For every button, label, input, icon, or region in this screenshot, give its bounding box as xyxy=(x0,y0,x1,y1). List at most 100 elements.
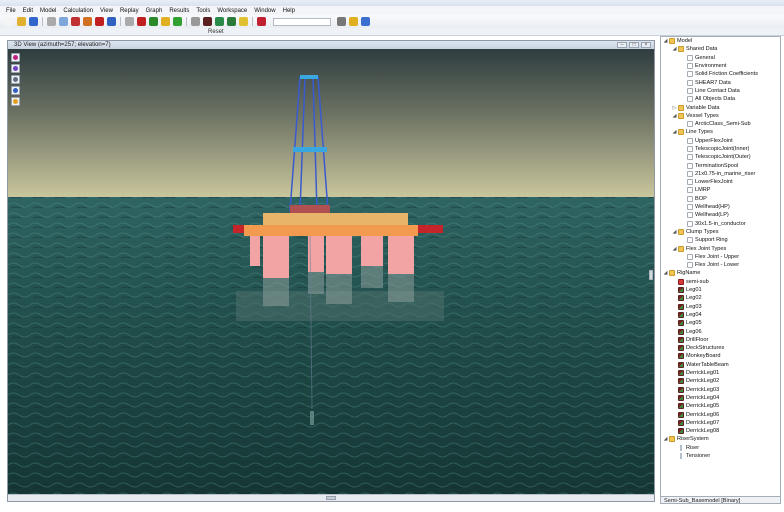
toolbar-button-icon[interactable] xyxy=(71,17,80,26)
toolbar-combo-box[interactable] xyxy=(273,17,331,26)
tree-item[interactable]: Leg03 xyxy=(661,303,780,311)
tree-item[interactable]: Flex Joint - Upper xyxy=(661,253,780,261)
tree-item[interactable]: LMRP xyxy=(661,186,780,194)
expander-icon[interactable]: ▷ xyxy=(672,105,677,111)
tree-item[interactable]: All Objects Data xyxy=(661,95,780,103)
view-tool-icon[interactable] xyxy=(11,75,20,84)
toolbar-button-icon[interactable] xyxy=(337,17,346,26)
menu-workspace[interactable]: Workspace xyxy=(217,8,247,14)
tree-item[interactable]: LowerFlexJoint xyxy=(661,178,780,186)
view-tool-icon[interactable] xyxy=(11,97,20,106)
tree-item[interactable]: WaterTableBeam xyxy=(661,361,780,369)
menu-window[interactable]: Window xyxy=(254,8,275,14)
tree-item[interactable]: Leg02 xyxy=(661,294,780,302)
tree-item[interactable]: Leg01 xyxy=(661,286,780,294)
menu-help[interactable]: Help xyxy=(283,8,295,14)
close-button[interactable]: × xyxy=(641,42,651,48)
tree-item[interactable]: ◢ Vessel Types xyxy=(661,112,780,120)
tree-item[interactable]: ◢ Flex Joint Types xyxy=(661,244,780,252)
toolbar-button-icon[interactable] xyxy=(107,17,116,26)
menu-calculation[interactable]: Calculation xyxy=(63,8,93,14)
toolbar-button-icon[interactable] xyxy=(257,17,266,26)
toolbar-button-icon[interactable] xyxy=(125,17,134,26)
toolbar-button-icon[interactable] xyxy=(361,17,370,26)
toolbar-button-icon[interactable] xyxy=(47,17,56,26)
tree-item[interactable]: TelescopicJoint(Inner) xyxy=(661,145,780,153)
toolbar-button-icon[interactable] xyxy=(83,17,92,26)
menu-view[interactable]: View xyxy=(100,8,113,14)
panel-splitter[interactable] xyxy=(649,270,653,280)
menu-edit[interactable]: Edit xyxy=(23,8,33,14)
toolbar-button-icon[interactable] xyxy=(5,17,14,26)
tree-item[interactable]: Leg04 xyxy=(661,311,780,319)
tree-item[interactable]: Tensioner xyxy=(661,452,780,460)
tree-item[interactable]: DeckStructures xyxy=(661,344,780,352)
toolbar-button-icon[interactable] xyxy=(137,17,146,26)
tree-item[interactable]: Solid Friction Coefficients xyxy=(661,70,780,78)
view-tool-icon[interactable] xyxy=(11,64,20,73)
tree-item[interactable]: UpperFlexJoint xyxy=(661,137,780,145)
expander-icon[interactable]: ◢ xyxy=(672,229,677,235)
minimize-button[interactable]: – xyxy=(617,42,627,48)
view-tool-icon[interactable] xyxy=(11,53,20,62)
toolbar-button-icon[interactable] xyxy=(161,17,170,26)
menu-graph[interactable]: Graph xyxy=(146,8,163,14)
3d-view-window[interactable]: 3D View (azimuth=257; elevation=7) – □ × xyxy=(7,40,655,502)
menu-model[interactable]: Model xyxy=(40,8,56,14)
toolbar-button-icon[interactable] xyxy=(29,17,38,26)
view-tool-icon[interactable] xyxy=(11,86,20,95)
scroll-thumb[interactable] xyxy=(326,496,336,500)
toolbar-button-icon[interactable] xyxy=(95,17,104,26)
tree-item[interactable]: MonkeyBoard xyxy=(661,352,780,360)
menu-results[interactable]: Results xyxy=(169,8,189,14)
toolbar-button-icon[interactable] xyxy=(203,17,212,26)
toolbar-button-icon[interactable] xyxy=(191,17,200,26)
tree-item[interactable]: DrillFloor xyxy=(661,336,780,344)
tree-item[interactable]: DerrickLeg05 xyxy=(661,402,780,410)
tree-item[interactable]: ◢ RiserSystem xyxy=(661,435,780,443)
tree-item[interactable]: DerrickLeg07 xyxy=(661,419,780,427)
tree-item[interactable]: Flex Joint - Lower xyxy=(661,261,780,269)
tree-item[interactable]: Support Ring xyxy=(661,236,780,244)
tree-item[interactable]: 21x0.75-in_marine_riser xyxy=(661,170,780,178)
model-browser-tree[interactable]: ◢ Model ◢ Shared Data General Environment Soli… xyxy=(660,36,781,502)
menu-tools[interactable]: Tools xyxy=(196,8,210,14)
tree-item[interactable]: Riser xyxy=(661,444,780,452)
tree-item[interactable]: DerrickLeg01 xyxy=(661,369,780,377)
tree-item[interactable]: ◢ Clump Types xyxy=(661,228,780,236)
tree-item[interactable]: ◢ Line Types xyxy=(661,128,780,136)
toolbar-button-icon[interactable] xyxy=(215,17,224,26)
tree-item[interactable]: Leg06 xyxy=(661,327,780,335)
tree-item[interactable]: SHEAR7 Data xyxy=(661,78,780,86)
toolbar-button-icon[interactable] xyxy=(349,17,358,26)
tree-item[interactable]: DerrickLeg03 xyxy=(661,385,780,393)
tree-item[interactable]: DerrickLeg06 xyxy=(661,410,780,418)
tree-item[interactable]: ArcticClass_Semi-Sub xyxy=(661,120,780,128)
toolbar-button-icon[interactable] xyxy=(173,17,182,26)
tree-item[interactable]: BOP xyxy=(661,195,780,203)
tree-item[interactable]: semi-sub xyxy=(661,278,780,286)
tree-item[interactable]: Wellhead(LP) xyxy=(661,211,780,219)
tree-item[interactable]: ◢ RigName xyxy=(661,269,780,277)
menu-replay[interactable]: Replay xyxy=(120,8,139,14)
expander-icon[interactable]: ◢ xyxy=(672,113,677,119)
tree-item[interactable]: Environment xyxy=(661,62,780,70)
tree-item[interactable]: DerrickLeg08 xyxy=(661,427,780,435)
tree-item[interactable]: TelescopicJoint(Outer) xyxy=(661,153,780,161)
menu-file[interactable]: File xyxy=(6,8,16,14)
tree-item[interactable]: ◢ Model xyxy=(661,37,780,45)
horizontal-scrollbar[interactable] xyxy=(8,494,654,501)
expander-icon[interactable]: ◢ xyxy=(663,38,668,44)
tree-item[interactable]: ▷ Variable Data xyxy=(661,103,780,111)
expander-icon[interactable]: ◢ xyxy=(663,436,668,442)
maximize-button[interactable]: □ xyxy=(629,42,639,48)
expander-icon[interactable]: ◢ xyxy=(663,270,668,276)
tree-item[interactable]: DerrickLeg04 xyxy=(661,394,780,402)
toolbar-button-icon[interactable] xyxy=(149,17,158,26)
tree-item[interactable]: TerminationSpool xyxy=(661,161,780,169)
expander-icon[interactable]: ◢ xyxy=(672,246,677,252)
tree-item[interactable]: DerrickLeg02 xyxy=(661,377,780,385)
toolbar-button-icon[interactable] xyxy=(227,17,236,26)
expander-icon[interactable]: ◢ xyxy=(672,46,677,52)
tree-item[interactable]: ◢ Shared Data xyxy=(661,45,780,53)
